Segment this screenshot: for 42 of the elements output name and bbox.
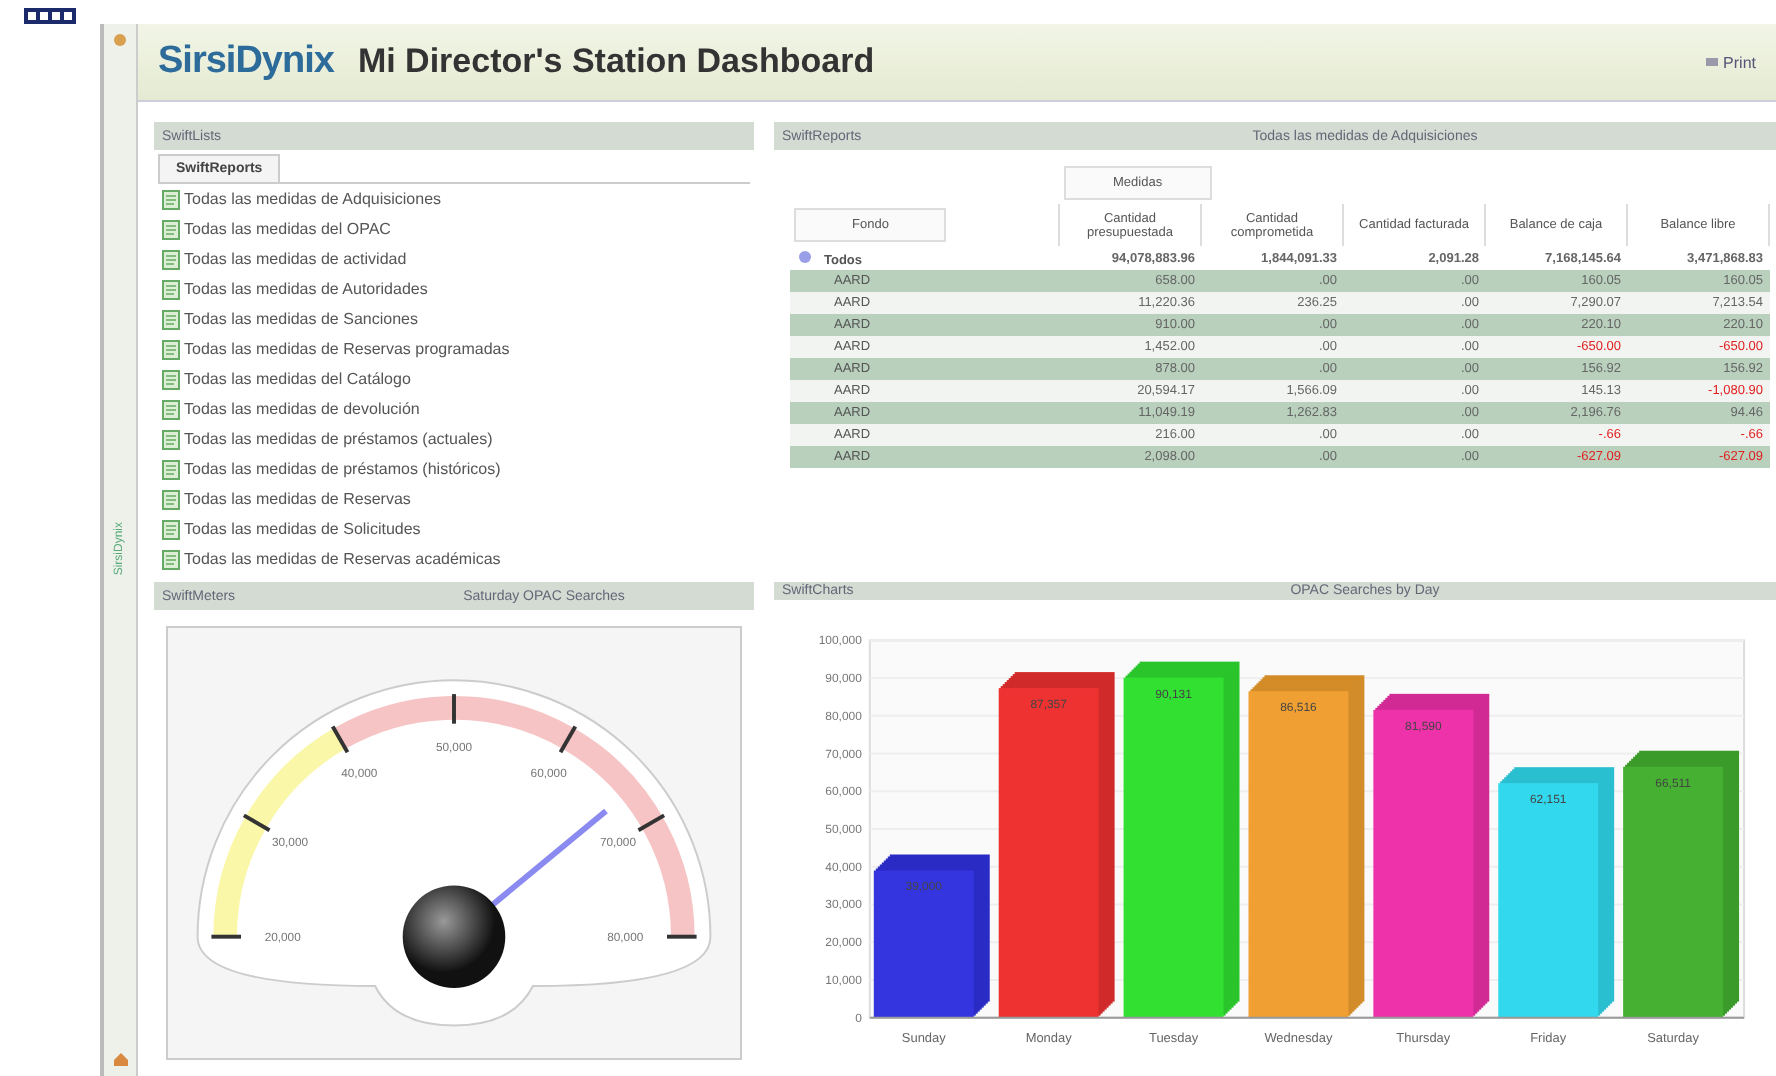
report-icon (162, 489, 180, 509)
report-link[interactable]: Todas las medidas de Reservas (184, 490, 411, 508)
report-link[interactable]: Todas las medidas de Reservas programadas (184, 340, 510, 358)
report-icon (162, 429, 180, 449)
report-link[interactable]: Todas las medidas de Solicitudes (184, 520, 421, 538)
report-icon (162, 399, 180, 419)
report-link[interactable]: Todas las medidas de préstamos (históricos) (184, 460, 501, 478)
report-link[interactable]: Todas las medidas de préstamos (actuales) (184, 430, 493, 448)
home-icon[interactable] (111, 1049, 129, 1068)
gauge-tick (242, 813, 271, 832)
expand-icon[interactable] (798, 249, 812, 263)
report-icon (162, 249, 180, 269)
report-icon (162, 279, 180, 299)
film-strip-icon[interactable] (24, 8, 76, 24)
report-link[interactable]: Todas las medidas de Adquisiciones (184, 190, 442, 208)
pin-icon[interactable] (112, 32, 128, 48)
report-link[interactable]: Todas las medidas de devolución (184, 400, 420, 418)
report-icon (162, 549, 180, 569)
print-button[interactable]: Print (1703, 53, 1756, 71)
report-icon (162, 189, 180, 209)
report-link[interactable]: Todas las medidas de actividad (184, 250, 407, 268)
dashboard-title: Mi Director's Station Dashboard (357, 42, 877, 82)
logo: SirsiDynix (158, 40, 334, 84)
report-link[interactable]: Todas las medidas de Sanciones (184, 310, 418, 328)
gauge-tick (452, 694, 456, 724)
gauge-tick (637, 813, 666, 832)
report-icon (162, 309, 180, 329)
report-link[interactable]: Todas las medidas de Autoridades (184, 280, 428, 298)
gauge-tick (558, 725, 577, 754)
gauge-tick (331, 725, 350, 754)
gauge-tick (667, 934, 697, 939)
gauge-tick (211, 934, 241, 939)
report-icon (162, 369, 180, 389)
gauge-hub (402, 885, 506, 988)
report-link[interactable]: Todas las medidas del OPAC (184, 220, 391, 238)
report-link[interactable]: Todas las medidas de Reservas académicas (184, 550, 501, 568)
report-icon (162, 459, 180, 479)
report-icon (162, 219, 180, 239)
report-icon (162, 519, 180, 539)
report-icon (162, 339, 180, 359)
printer-icon (1703, 54, 1720, 70)
report-link[interactable]: Todas las medidas del Catálogo (184, 370, 411, 388)
